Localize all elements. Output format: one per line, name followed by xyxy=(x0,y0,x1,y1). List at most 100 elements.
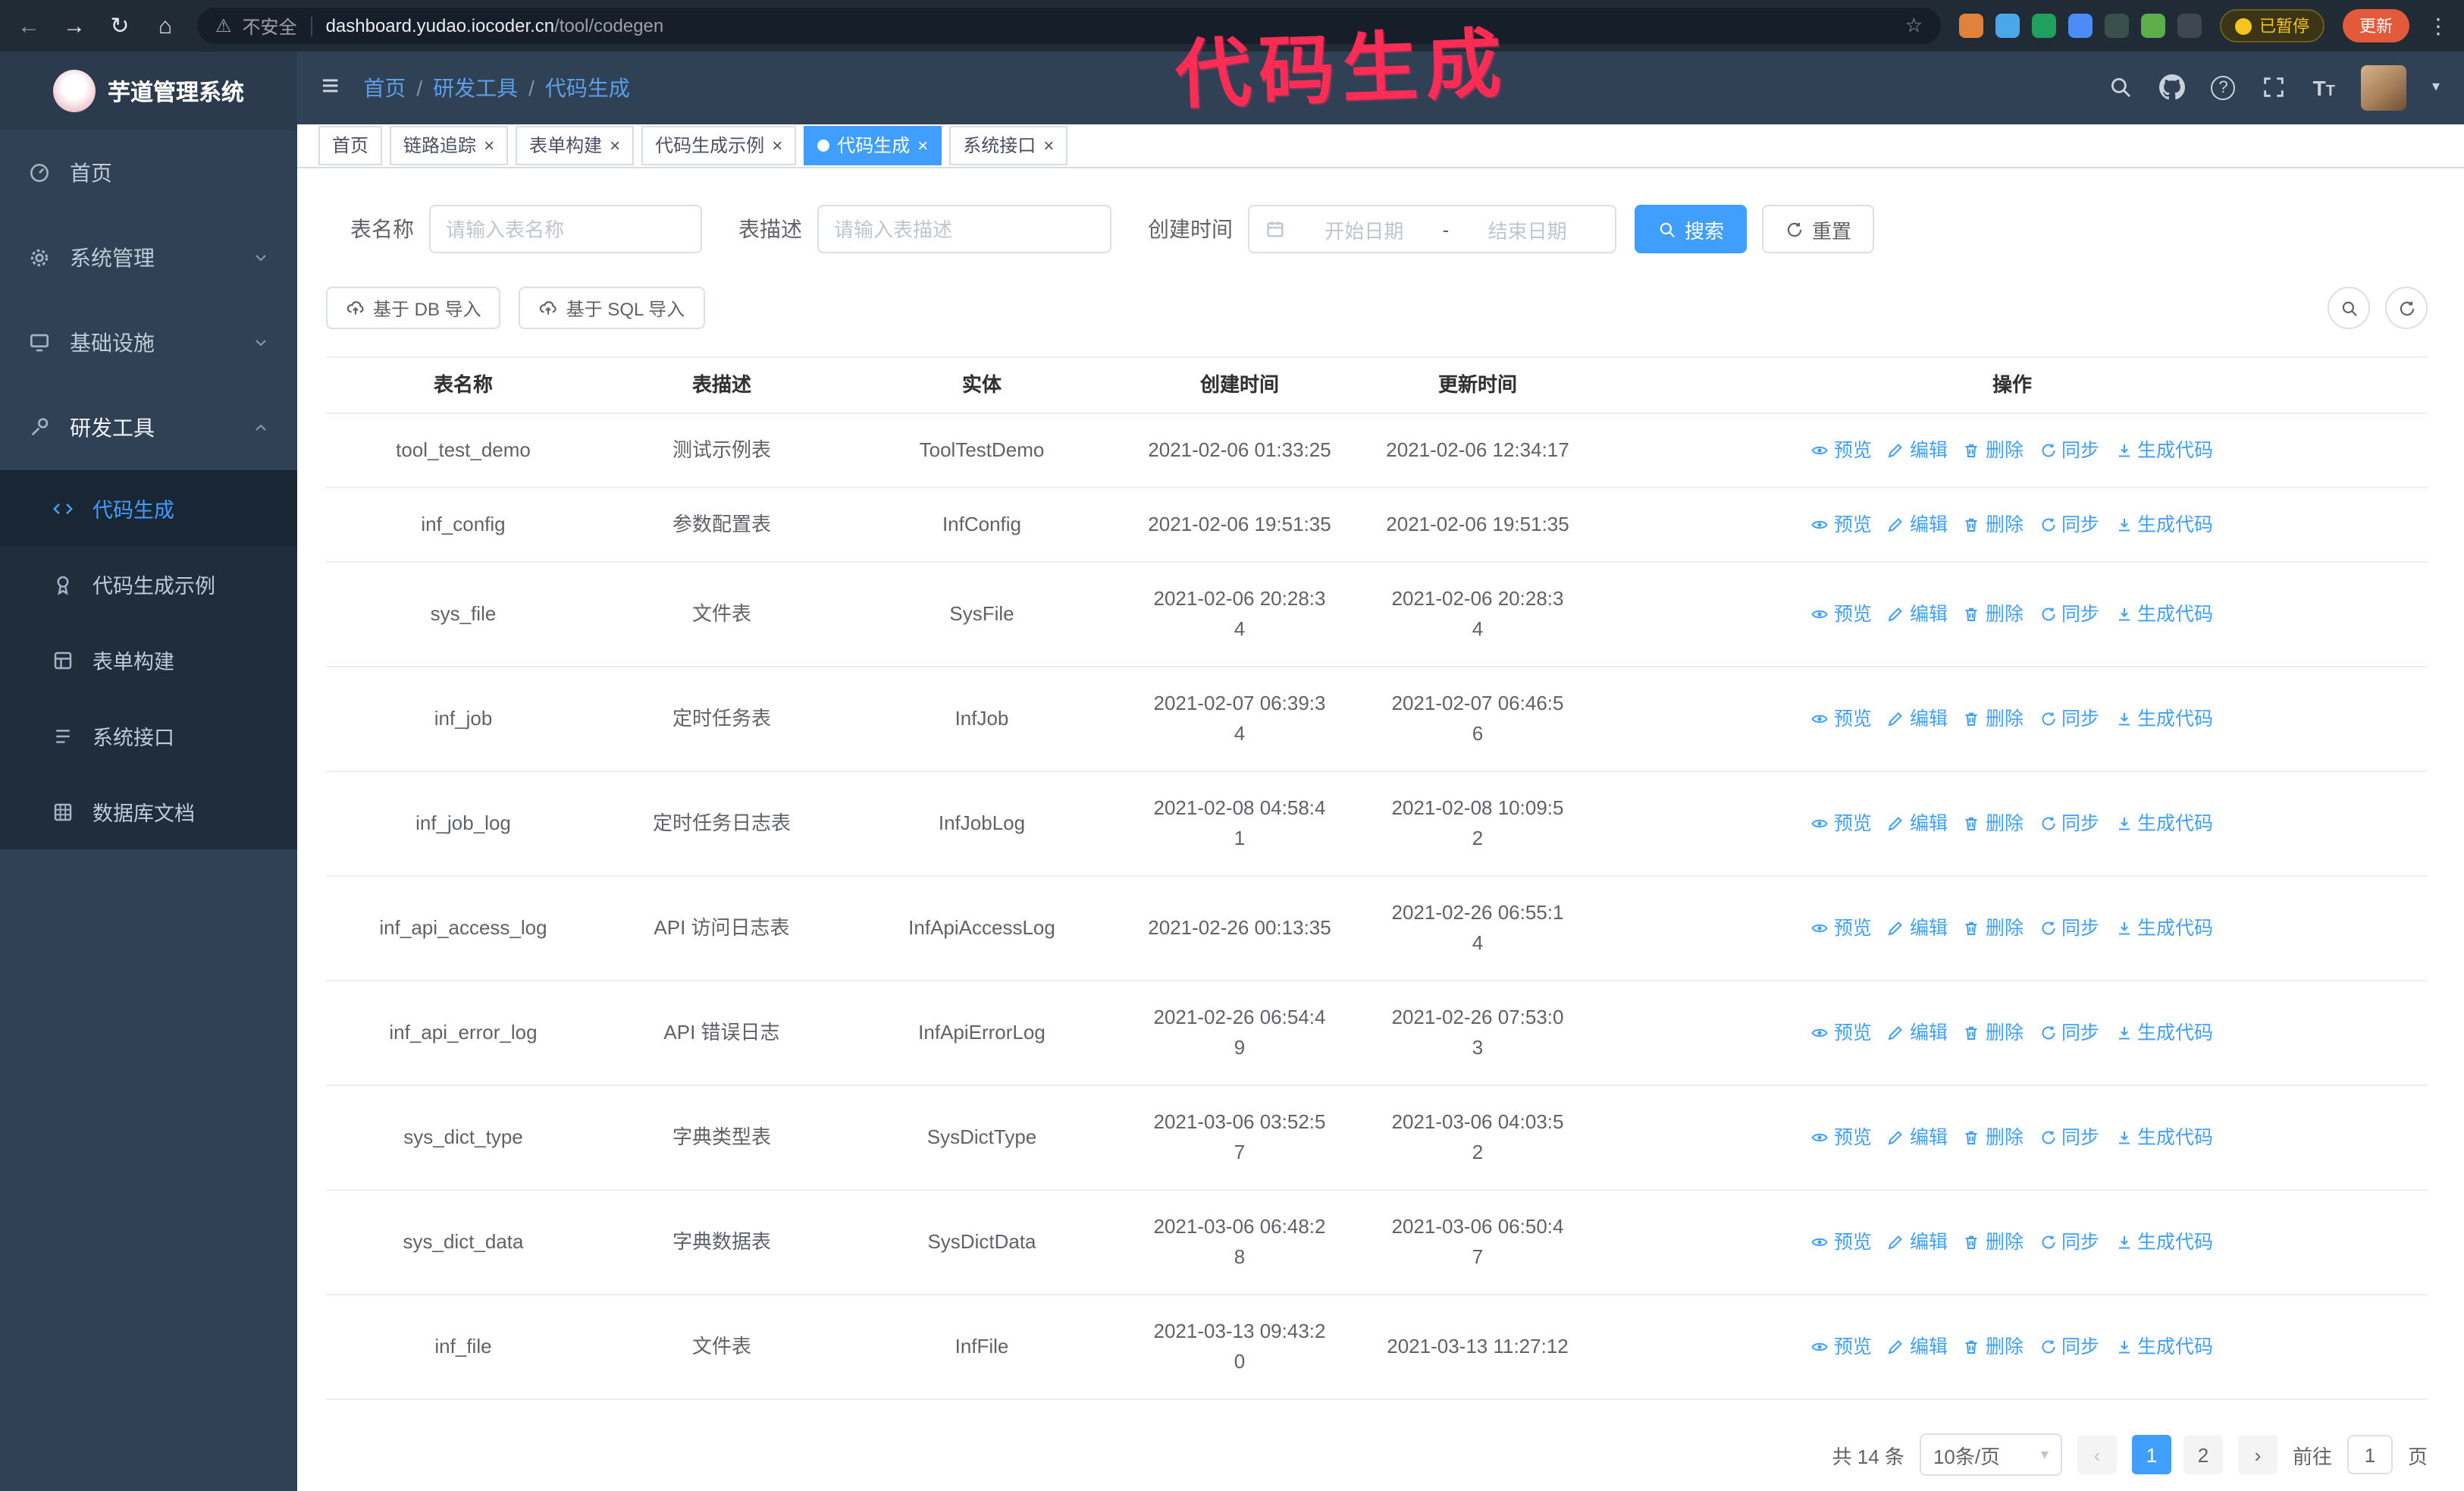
page-button-2[interactable]: 2 xyxy=(2183,1435,2223,1474)
delete-link[interactable]: 删除 xyxy=(1963,808,2024,839)
next-page-button[interactable]: › xyxy=(2237,1435,2277,1474)
avatar[interactable] xyxy=(2360,64,2406,111)
tab-首页[interactable]: 首页 xyxy=(318,125,383,165)
generate-code-link[interactable]: 生成代码 xyxy=(2114,1332,2213,1362)
generate-code-link[interactable]: 生成代码 xyxy=(2114,435,2213,466)
generate-code-link[interactable]: 生成代码 xyxy=(2114,1122,2213,1153)
delete-link[interactable]: 删除 xyxy=(1963,704,2024,734)
paused-badge[interactable]: 已暂停 xyxy=(2220,9,2324,42)
grid-extension-icon[interactable] xyxy=(2068,14,2093,38)
generate-code-link[interactable]: 生成代码 xyxy=(2114,913,2213,943)
sidebar-item-代码生成示例[interactable]: 代码生成示例 xyxy=(0,546,297,622)
delete-link[interactable]: 删除 xyxy=(1963,435,2024,466)
sync-link[interactable]: 同步 xyxy=(2039,510,2099,540)
update-button[interactable]: 更新 xyxy=(2343,9,2409,42)
tab-系统接口[interactable]: 系统接口 × xyxy=(949,125,1068,165)
generate-code-link[interactable]: 生成代码 xyxy=(2114,1227,2213,1257)
sidebar-item-首页[interactable]: 首页 xyxy=(0,130,297,215)
sync-link[interactable]: 同步 xyxy=(2039,435,2099,466)
question-icon[interactable]: ? xyxy=(2211,75,2236,100)
paw-extension-icon[interactable] xyxy=(1959,14,1983,38)
edit-link[interactable]: 编辑 xyxy=(1887,808,1948,839)
close-icon[interactable]: × xyxy=(772,137,782,155)
generate-code-link[interactable]: 生成代码 xyxy=(2114,808,2213,839)
sync-link[interactable]: 同步 xyxy=(2039,913,2099,943)
close-icon[interactable]: × xyxy=(917,137,928,155)
github-icon[interactable] xyxy=(2159,74,2186,101)
tab-链路追踪[interactable]: 链路追踪 × xyxy=(390,125,509,165)
delete-link[interactable]: 删除 xyxy=(1963,510,2024,540)
close-icon[interactable]: × xyxy=(1043,137,1054,155)
close-icon[interactable]: × xyxy=(610,137,620,155)
sync-link[interactable]: 同步 xyxy=(2039,599,2099,629)
leaf-extension-icon[interactable] xyxy=(2141,14,2165,38)
star-icon[interactable]: ☆ xyxy=(1905,14,1923,38)
preview-link[interactable]: 预览 xyxy=(1811,435,1872,466)
toggle-search-button[interactable] xyxy=(2328,287,2370,329)
edit-link[interactable]: 编辑 xyxy=(1887,1122,1948,1153)
hamburger-icon[interactable]: ≡ xyxy=(321,71,339,105)
sidebar-item-研发工具[interactable]: 研发工具 xyxy=(0,385,297,470)
preview-link[interactable]: 预览 xyxy=(1811,510,1872,540)
preview-link[interactable]: 预览 xyxy=(1811,704,1872,734)
delete-link[interactable]: 删除 xyxy=(1963,1332,2024,1362)
generate-code-link[interactable]: 生成代码 xyxy=(2114,510,2213,540)
sidebar-item-代码生成[interactable]: 代码生成 xyxy=(0,470,297,546)
goto-page-input[interactable] xyxy=(2346,1435,2393,1474)
refresh-table-button[interactable] xyxy=(2385,287,2428,329)
search-button[interactable]: 搜索 xyxy=(1635,205,1748,253)
edit-link[interactable]: 编辑 xyxy=(1887,1332,1948,1362)
edit-link[interactable]: 编辑 xyxy=(1887,1018,1948,1048)
delete-link[interactable]: 删除 xyxy=(1963,1122,2024,1153)
reload-icon[interactable]: ↻ xyxy=(106,12,133,39)
delete-link[interactable]: 删除 xyxy=(1963,1018,2024,1048)
sync-link[interactable]: 同步 xyxy=(2039,808,2099,839)
breadcrumb-item[interactable]: 代码生成 xyxy=(545,73,630,103)
preview-link[interactable]: 预览 xyxy=(1811,1018,1872,1048)
preview-link[interactable]: 预览 xyxy=(1811,808,1872,839)
v-extension-icon[interactable] xyxy=(2032,14,2056,38)
avatar-caret-down-icon[interactable]: ▾ xyxy=(2432,80,2440,96)
tab-代码生成示例[interactable]: 代码生成示例 × xyxy=(641,125,797,165)
edit-link[interactable]: 编辑 xyxy=(1887,599,1948,629)
forward-icon[interactable]: → xyxy=(61,13,88,39)
table-name-input[interactable] xyxy=(429,205,702,253)
import-db-button[interactable]: 基于 DB 导入 xyxy=(326,287,501,329)
font-size-icon[interactable]: TT xyxy=(2313,76,2335,100)
sidebar-item-系统接口[interactable]: 系统接口 xyxy=(0,698,297,774)
tile-extension-icon[interactable] xyxy=(2105,14,2129,38)
delete-link[interactable]: 删除 xyxy=(1963,1227,2024,1257)
sidebar-item-基础设施[interactable]: 基础设施 xyxy=(0,300,297,385)
edit-link[interactable]: 编辑 xyxy=(1887,913,1948,943)
sync-link[interactable]: 同步 xyxy=(2039,704,2099,734)
tab-表单构建[interactable]: 表单构建 × xyxy=(516,125,635,165)
page-size-select[interactable]: 10条/页 ▾ xyxy=(1919,1433,2062,1476)
breadcrumb-item[interactable]: 首页 xyxy=(363,73,406,103)
sidebar-item-系统管理[interactable]: 系统管理 xyxy=(0,215,297,300)
breadcrumb-item[interactable]: 研发工具 xyxy=(433,73,518,103)
preview-link[interactable]: 预览 xyxy=(1811,1122,1872,1153)
prev-page-button[interactable]: ‹ xyxy=(2077,1435,2117,1474)
fullscreen-icon[interactable] xyxy=(2262,75,2287,101)
reset-button[interactable]: 重置 xyxy=(1762,205,1875,253)
search-icon[interactable] xyxy=(2108,75,2134,101)
drop-extension-icon[interactable] xyxy=(1995,14,2020,38)
back-icon[interactable]: ← xyxy=(15,13,42,39)
sync-link[interactable]: 同步 xyxy=(2039,1122,2099,1153)
sidebar-item-表单构建[interactable]: 表单构建 xyxy=(0,622,297,698)
preview-link[interactable]: 预览 xyxy=(1811,913,1872,943)
edit-link[interactable]: 编辑 xyxy=(1887,435,1948,466)
preview-link[interactable]: 预览 xyxy=(1811,1332,1872,1362)
delete-link[interactable]: 删除 xyxy=(1963,599,2024,629)
address-bar[interactable]: ⚠ 不安全 dashboard.yudao.iocoder.cn/tool/co… xyxy=(197,8,1941,44)
edit-link[interactable]: 编辑 xyxy=(1887,1227,1948,1257)
home-icon[interactable]: ⌂ xyxy=(152,13,179,39)
table-desc-input[interactable] xyxy=(817,205,1111,253)
sync-link[interactable]: 同步 xyxy=(2039,1227,2099,1257)
sync-link[interactable]: 同步 xyxy=(2039,1332,2099,1362)
generate-code-link[interactable]: 生成代码 xyxy=(2114,1018,2213,1048)
tab-代码生成[interactable]: 代码生成 × xyxy=(804,125,942,165)
import-sql-button[interactable]: 基于 SQL 导入 xyxy=(519,287,705,329)
flask-extension-icon[interactable] xyxy=(2177,14,2202,38)
page-button-1[interactable]: 1 xyxy=(2131,1435,2171,1474)
